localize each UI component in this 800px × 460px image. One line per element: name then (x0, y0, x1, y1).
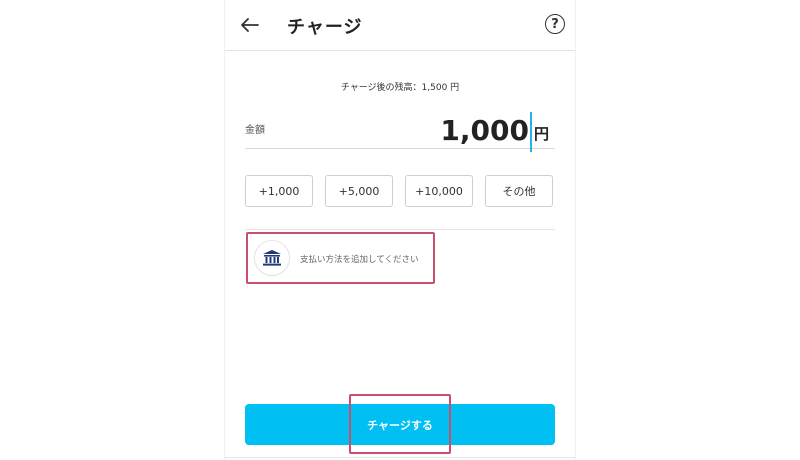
app-header: チャージ ? (225, 0, 575, 51)
page-title: チャージ (287, 17, 363, 38)
bank-icon-circle (254, 240, 290, 276)
charge-screen: チャージ ? チャージ後の残高：1,500 円 金額 1,000 円 +1,00… (224, 0, 576, 460)
charge-button[interactable]: チャージする (245, 404, 555, 445)
back-button[interactable] (237, 12, 263, 38)
amount-unit: 円 (533, 125, 549, 143)
balance-after-charge: チャージ後の残高：1,500 円 (340, 83, 460, 93)
text-caret (529, 112, 532, 152)
amount-label: 金額 (245, 125, 265, 136)
divider (245, 229, 555, 230)
question-icon: ? (551, 16, 559, 32)
add-5000-button[interactable]: +5,000 (325, 175, 393, 207)
add-payment-method-button[interactable]: 支払い方法を追加してください (246, 232, 435, 284)
help-button[interactable]: ? (545, 14, 565, 34)
amount-field[interactable]: 金額 1,000 円 (245, 104, 555, 152)
arrow-left-icon (241, 18, 259, 32)
amount-value: 1,000 (440, 114, 529, 147)
bottom-divider (225, 457, 575, 458)
add-10000-button[interactable]: +10,000 (405, 175, 473, 207)
other-amount-button[interactable]: その他 (485, 175, 553, 207)
add-1000-button[interactable]: +1,000 (245, 175, 313, 207)
quick-amount-buttons: +1,000 +5,000 +10,000 その他 (245, 175, 556, 209)
payment-method-label: 支払い方法を追加してください (300, 255, 419, 265)
screen: チャージ ? チャージ後の残高：1,500 円 金額 1,000 円 +1,00… (0, 0, 800, 460)
amount-value-wrap: 1,000 円 (440, 108, 549, 152)
bank-icon (263, 250, 281, 266)
